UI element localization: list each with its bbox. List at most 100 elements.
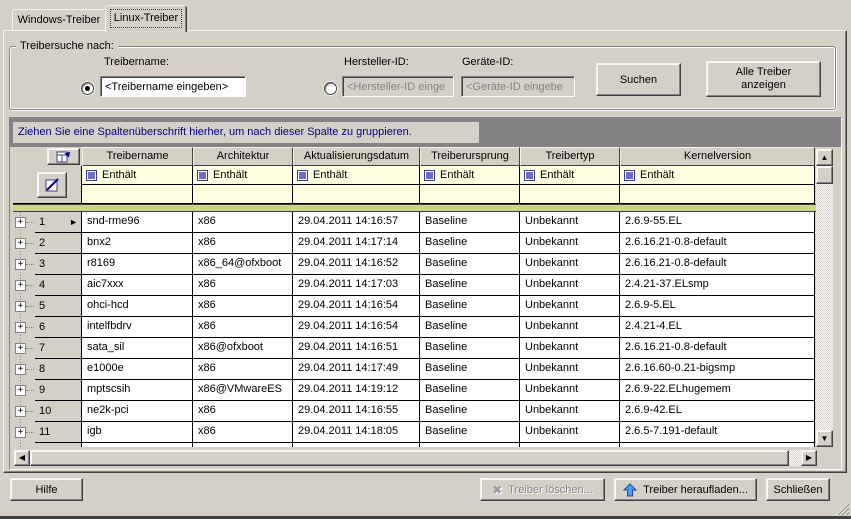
cell-origin[interactable] [420, 443, 520, 447]
filter-checkbox-icon[interactable] [297, 170, 308, 181]
cell-origin[interactable]: Baseline [420, 233, 520, 254]
cell-kernel[interactable] [620, 443, 815, 447]
cell-kernel[interactable]: 2.6.9-5.EL [620, 296, 815, 317]
filter-checkbox-icon[interactable] [524, 170, 535, 181]
cell-date[interactable]: 29.04.2011 14:16:54 [293, 317, 420, 338]
row-expander-icon[interactable]: + [15, 259, 26, 270]
cell-arch[interactable]: x86_64@ofxboot [193, 254, 293, 275]
filter-cell-empty-name[interactable] [82, 185, 193, 204]
horizontal-scrollbar-thumb[interactable] [30, 450, 789, 466]
cell-kernel[interactable]: 2.4.21-4.EL [620, 317, 815, 338]
column-chooser-button[interactable] [47, 148, 80, 165]
filter-cell-empty-type[interactable] [520, 185, 620, 204]
row-expander-icon[interactable]: + [15, 427, 26, 438]
filter-cell-name[interactable]: Enthält [82, 166, 193, 185]
cell-origin[interactable]: Baseline [420, 401, 520, 422]
table-row[interactable]: +5ohci-hcdx8629.04.2011 14:16:54Baseline… [13, 296, 816, 317]
upload-driver-button[interactable]: Treiber heraufladen... [614, 478, 757, 501]
table-row[interactable]: +7sata_silx86@ofxboot29.04.2011 14:16:51… [13, 338, 816, 359]
row-header[interactable] [35, 443, 82, 447]
cell-kernel[interactable]: 2.6.16.21-0.8-default [620, 338, 815, 359]
cell-date[interactable]: 29.04.2011 14:16:57 [293, 212, 420, 233]
cell-arch[interactable]: x86 [193, 296, 293, 317]
row-header[interactable]: 11 [35, 422, 82, 443]
cell-kernel[interactable]: 2.6.5-7.191-default [620, 422, 815, 443]
cell-type[interactable]: Unbekannt [520, 317, 620, 338]
row-header[interactable]: 3 [35, 254, 82, 275]
cell-name[interactable]: ne2k-pci [82, 401, 193, 422]
table-row[interactable]: +2bnx2x8629.04.2011 14:17:14BaselineUnbe… [13, 233, 816, 254]
row-header[interactable]: 5 [35, 296, 82, 317]
cell-type[interactable]: Unbekannt [520, 380, 620, 401]
tab-windows-treiber[interactable]: Windows-Treiber [12, 9, 106, 30]
help-button[interactable]: Hilfe [10, 478, 83, 501]
cell-kernel[interactable]: 2.6.9-22.ELhugemem [620, 380, 815, 401]
row-header[interactable]: 2 [35, 233, 82, 254]
cell-type[interactable] [520, 443, 620, 447]
row-header[interactable]: 8 [35, 359, 82, 380]
cell-name[interactable]: e1000e [82, 359, 193, 380]
cell-type[interactable]: Unbekannt [520, 254, 620, 275]
cell-arch[interactable]: x86 [193, 359, 293, 380]
row-expander-icon[interactable]: + [15, 406, 26, 417]
cell-date[interactable]: 29.04.2011 14:16:55 [293, 401, 420, 422]
cell-name[interactable]: igb [82, 422, 193, 443]
cell-origin[interactable]: Baseline [420, 359, 520, 380]
filter-checkbox-icon[interactable] [197, 170, 208, 181]
filter-checkbox-icon[interactable] [624, 170, 635, 181]
column-header-type[interactable]: Treibertyp [520, 147, 620, 166]
filter-cell-empty-origin[interactable] [420, 185, 520, 204]
filter-cell-empty-date[interactable] [293, 185, 420, 204]
row-expander-icon[interactable]: + [15, 343, 26, 354]
resize-grip[interactable] [834, 500, 849, 515]
filter-checkbox-icon[interactable] [86, 170, 97, 181]
cell-arch[interactable]: x86 [193, 233, 293, 254]
cell-origin[interactable]: Baseline [420, 422, 520, 443]
cell-name[interactable]: aic7xxx [82, 275, 193, 296]
column-header-kernel[interactable]: Kernelversion [620, 147, 815, 166]
cell-origin[interactable]: Baseline [420, 317, 520, 338]
cell-name[interactable]: r8169 [82, 254, 193, 275]
cell-arch[interactable]: x86 [193, 275, 293, 296]
cell-type[interactable]: Unbekannt [520, 233, 620, 254]
cell-kernel[interactable]: 2.6.16.21-0.8-default [620, 233, 815, 254]
cell-name[interactable] [82, 443, 193, 447]
cell-type[interactable]: Unbekannt [520, 359, 620, 380]
cell-date[interactable]: 29.04.2011 14:16:54 [293, 296, 420, 317]
cell-name[interactable]: mptscsih [82, 380, 193, 401]
cell-date[interactable]: 29.04.2011 14:17:14 [293, 233, 420, 254]
cell-arch[interactable]: x86@ofxboot [193, 338, 293, 359]
cell-date[interactable]: 29.04.2011 14:17:03 [293, 275, 420, 296]
cell-date[interactable]: 29.04.2011 14:16:51 [293, 338, 420, 359]
vertical-scrollbar-track[interactable] [816, 149, 833, 447]
cell-date[interactable]: 29.04.2011 14:18:05 [293, 422, 420, 443]
cell-origin[interactable]: Baseline [420, 380, 520, 401]
scroll-right-button[interactable]: ▶ [801, 450, 817, 466]
cell-kernel[interactable]: 2.4.21-37.ELsmp [620, 275, 815, 296]
cell-date[interactable] [293, 443, 420, 447]
cell-name[interactable]: bnx2 [82, 233, 193, 254]
edit-filter-button[interactable] [37, 172, 67, 198]
row-header[interactable]: 10 [35, 401, 82, 422]
column-header-name[interactable]: Treibername [82, 147, 193, 166]
filter-cell-origin[interactable]: Enthält [420, 166, 520, 185]
scroll-up-button[interactable]: ▲ [816, 149, 833, 166]
cell-origin[interactable]: Baseline [420, 212, 520, 233]
cell-kernel[interactable]: 2.6.9-42.EL [620, 401, 815, 422]
filter-cell-type[interactable]: Enthält [520, 166, 620, 185]
cell-kernel[interactable]: 2.6.16.60-0.21-bigsmp [620, 359, 815, 380]
cell-origin[interactable]: Baseline [420, 338, 520, 359]
filter-cell-date[interactable]: Enthält [293, 166, 420, 185]
drivername-input[interactable]: <Treibername eingeben> [100, 76, 246, 97]
cell-type[interactable]: Unbekannt [520, 275, 620, 296]
search-by-id-radio[interactable] [324, 82, 337, 95]
column-header-arch[interactable]: Architektur [193, 147, 293, 166]
cell-name[interactable]: sata_sil [82, 338, 193, 359]
tab-linux-treiber[interactable]: Linux-Treiber [105, 5, 187, 32]
table-row[interactable]: +4aic7xxxx8629.04.2011 14:17:03BaselineU… [13, 275, 816, 296]
cell-kernel[interactable]: 2.6.9-55.EL [620, 212, 815, 233]
cell-origin[interactable]: Baseline [420, 275, 520, 296]
row-expander-icon[interactable]: + [15, 217, 26, 228]
table-row[interactable]: +1►snd-rme96x8629.04.2011 14:16:57Baseli… [13, 212, 816, 233]
cell-date[interactable]: 29.04.2011 14:17:49 [293, 359, 420, 380]
